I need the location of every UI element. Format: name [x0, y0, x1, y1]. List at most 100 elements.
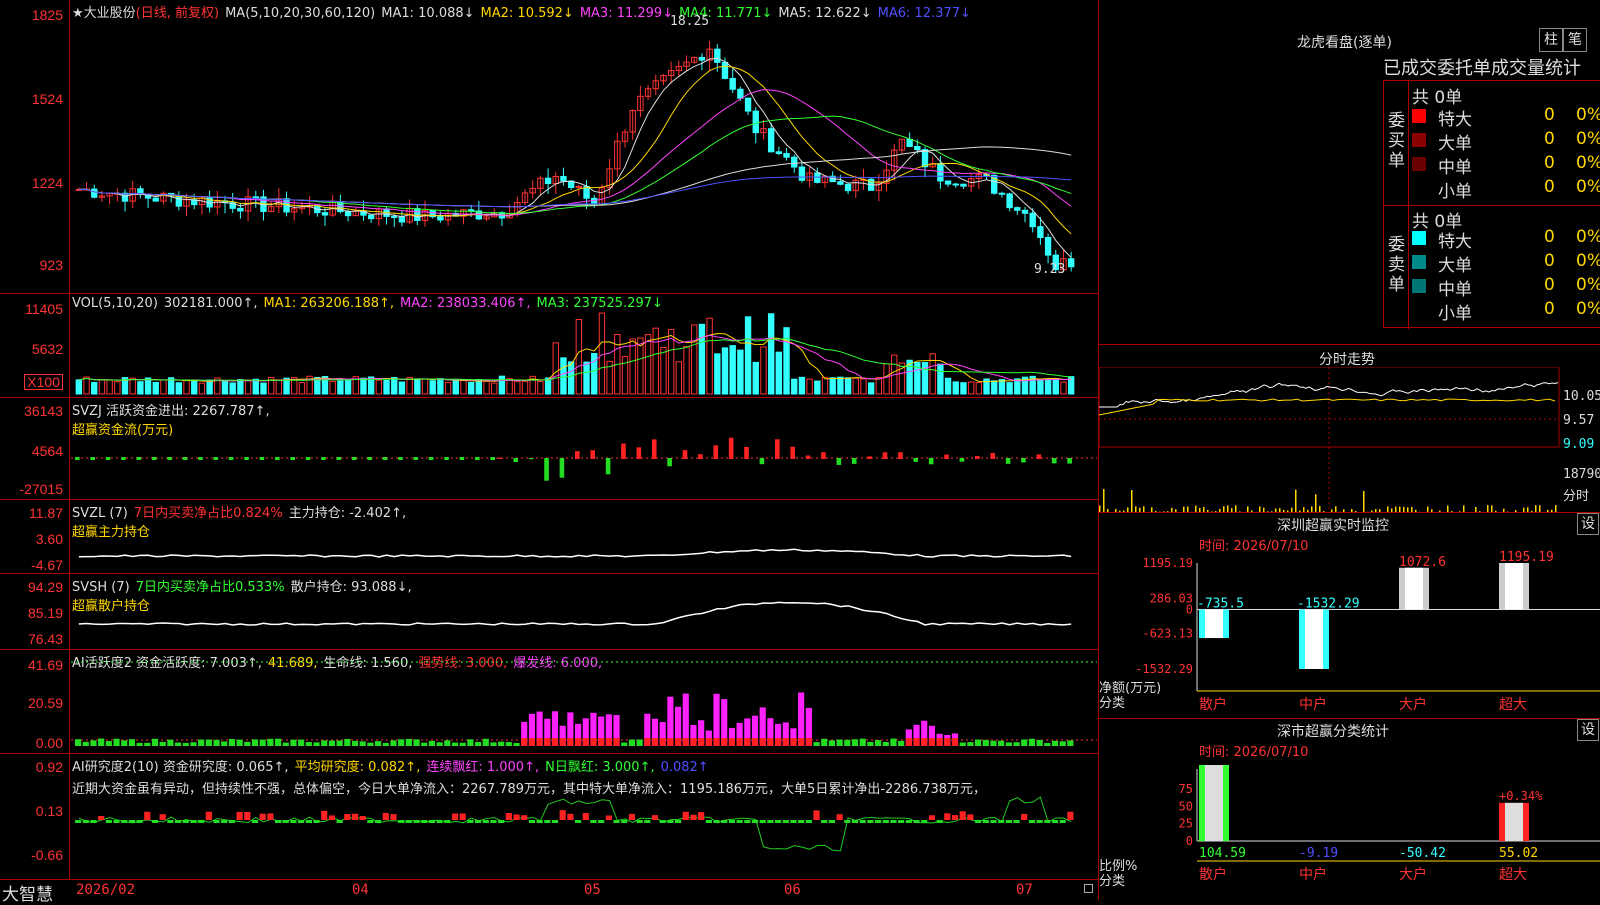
research-bar	[921, 820, 927, 823]
research-bar	[190, 820, 196, 823]
order-count: 0	[1544, 227, 1555, 247]
active-bar	[883, 742, 889, 746]
volume-bar	[538, 381, 543, 394]
research-bar	[237, 812, 243, 820]
active-bar	[1060, 741, 1066, 746]
intraday-chart[interactable]	[1099, 367, 1600, 513]
color-swatch	[1412, 255, 1426, 269]
volume-bar	[499, 376, 504, 394]
sz-monitor-panel[interactable]: 深圳超赢实时监控 设 时间: 2026/07/10 1195.19286.030…	[1098, 512, 1600, 718]
active-base	[660, 738, 666, 746]
candle-body	[945, 181, 950, 184]
volume-bar	[492, 383, 497, 394]
sz-monitor-xlabel: 分类	[1099, 696, 1161, 711]
candle-body	[1007, 194, 1012, 208]
research-bar	[498, 820, 504, 823]
active-bar	[967, 742, 973, 746]
active-bar	[475, 742, 481, 746]
svzj-panel[interactable]: 36143 4564 -27015 SVZJ 活跃资金进出: 2267.787↑…	[0, 398, 1098, 500]
svzl-chart[interactable]	[71, 500, 1097, 574]
fund-bar	[167, 457, 172, 460]
ai-research-panel[interactable]: 0.92 0.13 -0.66 AI研究度2(10) 资金研究度: 0.065↑…	[0, 754, 1098, 880]
research-bar	[613, 820, 619, 823]
active-bar	[75, 739, 81, 746]
research-bar	[467, 820, 473, 823]
research-bar	[1052, 820, 1058, 823]
active-bar	[237, 740, 243, 746]
candle-body	[1045, 237, 1050, 255]
volume-chart[interactable]	[71, 294, 1097, 398]
svzj-chart[interactable]	[71, 398, 1097, 500]
research-bar	[1044, 820, 1050, 823]
research-bar	[798, 820, 804, 823]
volume-bar	[745, 317, 750, 394]
svsh-chart[interactable]	[71, 574, 1097, 650]
price-tick: 1224	[32, 176, 63, 190]
intraday-panel[interactable]: 分时走势 10.05 9.57 9.09 18790 分时	[1098, 344, 1600, 512]
candlestick-panel[interactable]: 1825 1524 1224 923 ★大业股份(日线, 前复权)MA(5,10…	[0, 0, 1098, 294]
intraday-tick: 9.57	[1563, 413, 1594, 428]
volume-bar	[599, 313, 604, 394]
active-bar	[160, 742, 166, 746]
retail-line	[79, 602, 1071, 625]
svsh-panel[interactable]: 94.29 85.19 76.43 SVSH (7)7日内买卖净占比0.533%…	[0, 574, 1098, 650]
fund-bar	[960, 458, 965, 462]
volume-bar	[115, 382, 120, 394]
volume-bar	[815, 381, 820, 394]
ai-research-chart[interactable]	[71, 754, 1097, 880]
candle-body	[176, 196, 181, 206]
fund-bar	[837, 458, 842, 465]
active-bar	[213, 740, 219, 746]
volume-panel[interactable]: 11405 5632 X100 VOL(5,10,20)302181.000↑,…	[0, 294, 1098, 398]
research-bar	[829, 820, 835, 823]
fund-bar	[852, 458, 857, 464]
active-base	[583, 738, 589, 746]
candle-chart[interactable]	[71, 0, 1097, 294]
fund-bar	[398, 457, 403, 460]
research-bar	[621, 820, 627, 823]
active-bar	[83, 742, 89, 746]
active-bar	[860, 739, 866, 746]
research-bar	[475, 820, 481, 823]
fund-bar	[413, 457, 418, 460]
active-base	[783, 738, 789, 746]
column-view-button[interactable]: 柱	[1539, 28, 1563, 52]
candle-body	[776, 152, 781, 154]
research-bar	[713, 820, 719, 823]
research-bar	[944, 813, 950, 820]
active-bar	[837, 740, 843, 746]
svzl-panel[interactable]: 11.87 3.60 -4.67 SVZL (7)7日内买卖净占比0.824%主…	[0, 500, 1098, 574]
ai-active-panel[interactable]: 41.69 20.59 0.00 AI活跃度2 资金活跃度: 7.003↑,41…	[0, 650, 1098, 754]
active-bar	[137, 743, 143, 746]
research-bar	[729, 820, 735, 823]
date-axis: 大智慧 2026/02 04 05 06 07	[0, 880, 1098, 900]
research-bar	[867, 820, 873, 823]
order-class: 小单	[1438, 299, 1472, 324]
class-bar-shine	[1505, 803, 1523, 841]
sz-class-panel[interactable]: 深市超赢分类统计 设 时间: 2026/07/10 7550250104.59散…	[1098, 718, 1600, 900]
active-base	[744, 738, 750, 746]
volume-bar	[976, 383, 981, 394]
volume-bar	[430, 381, 435, 394]
research-bar	[290, 820, 296, 823]
dragon-tabs[interactable]: 已成交委托单成交量统计	[1383, 54, 1600, 80]
research-bar	[1029, 820, 1035, 823]
tick-view-button[interactable]: 笔	[1563, 28, 1587, 52]
research-bar	[437, 820, 443, 823]
fund-bar	[775, 439, 780, 459]
svsh-tick: 85.19	[28, 606, 63, 620]
active-bar	[1021, 739, 1027, 746]
svzj-tick: 4564	[32, 444, 63, 458]
research-bar	[967, 814, 973, 820]
candle-body	[699, 57, 704, 60]
ai-active-chart[interactable]	[71, 650, 1097, 754]
lock-icon[interactable]	[1084, 884, 1093, 893]
active-bar	[844, 740, 850, 746]
volume-bar	[238, 380, 243, 394]
active-base	[713, 738, 719, 746]
research-bar	[775, 820, 781, 823]
sz-class-xlabel: 分类	[1099, 874, 1137, 889]
research-bar	[1013, 820, 1019, 823]
volume-bar	[1053, 379, 1058, 394]
research-bar	[360, 816, 366, 820]
